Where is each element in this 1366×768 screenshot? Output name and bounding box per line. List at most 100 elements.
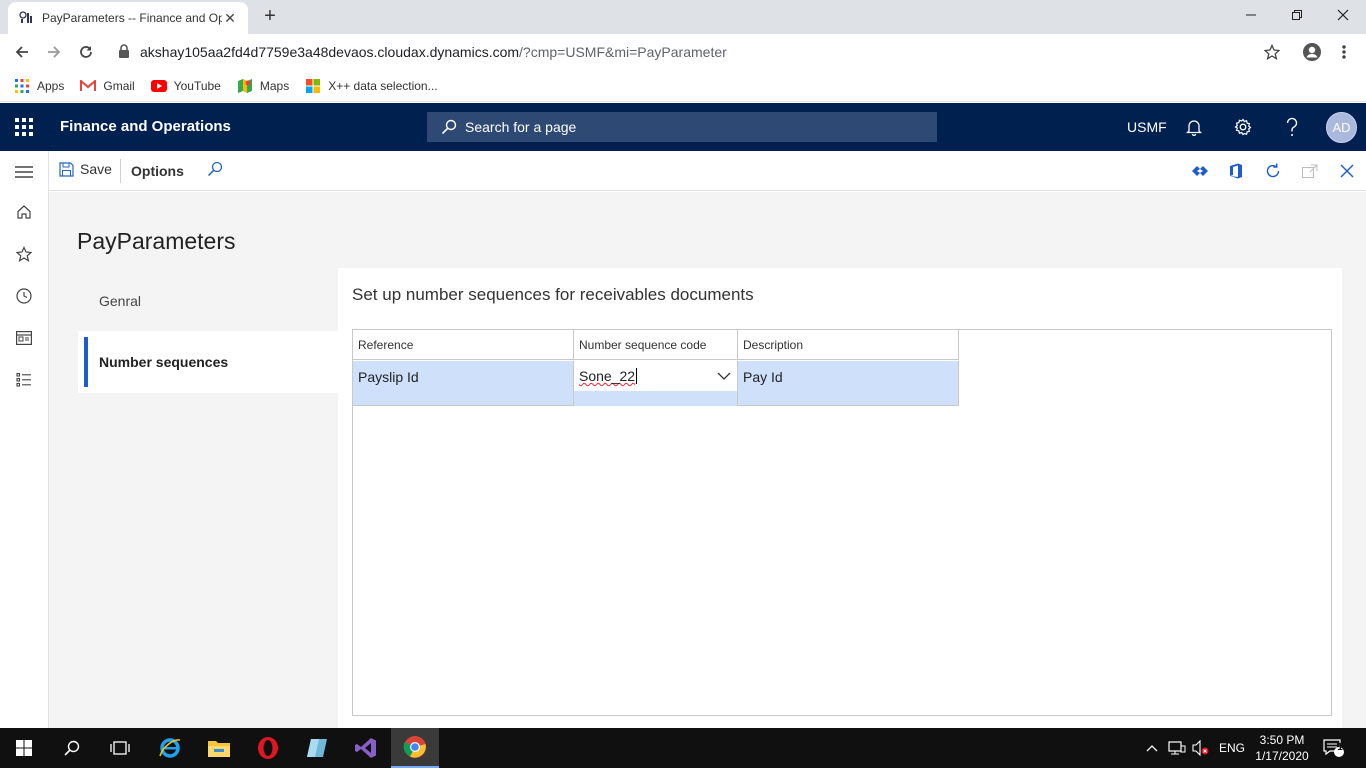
number-sequences-grid: Reference Number sequence code Descripti… (352, 329, 1332, 716)
bookmark-label: X++ data selection... (328, 78, 438, 93)
section-title: Set up number sequences for receivables … (352, 285, 754, 304)
restore-window-button[interactable] (1274, 0, 1320, 30)
help-icon[interactable] (1280, 115, 1304, 139)
cell-number-sequence-code[interactable]: Sone_22 (574, 361, 738, 406)
chrome-icon[interactable] (391, 728, 439, 768)
power-apps-icon[interactable] (1190, 161, 1210, 181)
close-page-icon[interactable] (1337, 161, 1357, 181)
refresh-icon[interactable] (1263, 161, 1283, 181)
search-placeholder: Search for a page (465, 119, 577, 135)
tab-label: Number sequences (99, 354, 229, 370)
windows-start-icon[interactable] (0, 728, 48, 768)
clock-date: 1/17/2020 (1255, 749, 1309, 763)
network-icon[interactable] (1168, 728, 1186, 768)
lock-icon (118, 43, 130, 61)
maps-icon (237, 78, 253, 94)
settings-gear-icon[interactable] (1231, 115, 1255, 139)
browser-tab[interactable]: PayParameters -- Finance and Operations … (8, 2, 248, 34)
browser-menu-icon[interactable] (1328, 36, 1360, 68)
clock-time: 3:50 PM (1259, 733, 1305, 747)
action-pane: Save Options (49, 151, 1366, 191)
browser-toolbar: akshay105aa2fd4d7759e3a48devaos.cloudax.… (0, 34, 1366, 70)
tab-number-sequences[interactable]: Number sequences (78, 331, 338, 393)
url-path: /?cmp=USMF&mi=PayParameter (519, 44, 727, 60)
bookmark-star-icon[interactable] (1256, 36, 1288, 68)
cell-description[interactable]: Pay Id (738, 361, 959, 406)
recent-clock-icon[interactable] (12, 284, 36, 308)
tab-label: Genral (99, 293, 142, 309)
column-header-reference[interactable]: Reference (353, 330, 574, 360)
profile-icon[interactable] (1296, 36, 1328, 68)
hamburger-menu-icon[interactable] (12, 160, 36, 184)
grid-header: Reference Number sequence code Descripti… (353, 330, 959, 360)
action-search-icon[interactable] (207, 161, 227, 181)
tab-panel: Set up number sequences for receivables … (338, 268, 1342, 728)
left-nav-pane (0, 151, 49, 728)
gmail-icon (80, 78, 97, 94)
close-tab-icon[interactable]: ✕ (222, 10, 238, 26)
close-window-button[interactable] (1320, 0, 1366, 30)
new-tab-button[interactable]: + (260, 6, 280, 26)
text-caret (636, 368, 638, 384)
bookmark-youtube[interactable]: YouTube (150, 78, 221, 94)
bookmark-label: Gmail (103, 78, 135, 93)
visual-studio-icon[interactable] (342, 728, 390, 768)
home-icon[interactable] (12, 200, 36, 224)
number-sequence-code-input[interactable]: Sone_22 (574, 361, 737, 391)
bookmark-xpp-data-selection[interactable]: X++ data selection... (305, 78, 438, 94)
volume-muted-icon[interactable] (1192, 728, 1210, 768)
modules-list-icon[interactable] (12, 368, 36, 392)
app-header: Finance and Operations Search for a page… (0, 103, 1366, 151)
workspaces-icon[interactable] (12, 326, 36, 350)
back-button[interactable] (6, 36, 38, 68)
action-center-icon[interactable]: 1 (1323, 728, 1345, 768)
internet-explorer-icon[interactable] (146, 728, 194, 768)
bookmark-gmail[interactable]: Gmail (80, 78, 135, 94)
user-avatar[interactable]: AD (1326, 112, 1357, 143)
forward-button[interactable] (38, 36, 70, 68)
table-row[interactable]: Payslip Id Sone_22 Pay Id (353, 361, 959, 406)
bookmark-apps[interactable]: Apps (14, 78, 64, 94)
bookmark-maps[interactable]: Maps (237, 78, 289, 94)
input-language[interactable]: ENG (1219, 728, 1245, 768)
bookmark-label: YouTube (173, 78, 221, 93)
task-view-icon[interactable] (96, 728, 144, 768)
windows-search-icon[interactable] (48, 728, 96, 768)
vertical-tabs: Genral Number sequences (78, 268, 338, 728)
cell-reference[interactable]: Payslip Id (353, 361, 574, 406)
app-title[interactable]: Finance and Operations (60, 118, 231, 135)
address-bar[interactable]: akshay105aa2fd4d7759e3a48devaos.cloudax.… (108, 37, 1294, 67)
company-picker[interactable]: USMF (1127, 119, 1167, 135)
office-icon[interactable] (1226, 161, 1246, 181)
file-explorer-icon[interactable] (195, 728, 243, 768)
notification-count-badge: 1 (1337, 742, 1343, 753)
youtube-icon (150, 78, 167, 94)
save-button[interactable]: Save (59, 161, 112, 177)
action-separator (120, 159, 121, 183)
url-text: akshay105aa2fd4d7759e3a48devaos.cloudax.… (140, 44, 727, 60)
tab-genral[interactable]: Genral (78, 270, 338, 332)
show-hidden-icons-chevron-up-icon[interactable] (1146, 728, 1158, 768)
notification-bell-icon[interactable] (1182, 115, 1206, 139)
browser-tab-strip: PayParameters -- Finance and Operations … (0, 0, 1366, 34)
page-content: PayParameters Genral Number sequences Se… (49, 192, 1366, 728)
opera-icon[interactable] (244, 728, 292, 768)
reload-button[interactable] (70, 36, 102, 68)
favorites-star-icon[interactable] (12, 242, 36, 266)
app-launcher-icon[interactable] (12, 115, 36, 139)
chevron-down-icon[interactable] (716, 368, 732, 384)
column-header-description[interactable]: Description (738, 330, 959, 360)
save-icon (59, 161, 74, 177)
page-search-box[interactable]: Search for a page (427, 112, 937, 142)
d365-favicon-icon (18, 10, 34, 26)
column-header-number-sequence-code[interactable]: Number sequence code (574, 330, 738, 360)
taskbar-clock[interactable]: 3:50 PM 1/17/2020 (1252, 732, 1312, 764)
open-new-window-icon[interactable] (1300, 161, 1320, 181)
url-host: akshay105aa2fd4d7759e3a48devaos.cloudax.… (140, 44, 520, 60)
input-value: Sone_22 (579, 368, 636, 384)
minimize-window-button[interactable] (1228, 0, 1274, 30)
dynamics-app-icon[interactable] (293, 728, 341, 768)
search-icon (441, 119, 457, 135)
windows-taskbar: ENG 3:50 PM 1/17/2020 1 (0, 728, 1366, 768)
options-tab[interactable]: Options (131, 163, 184, 179)
